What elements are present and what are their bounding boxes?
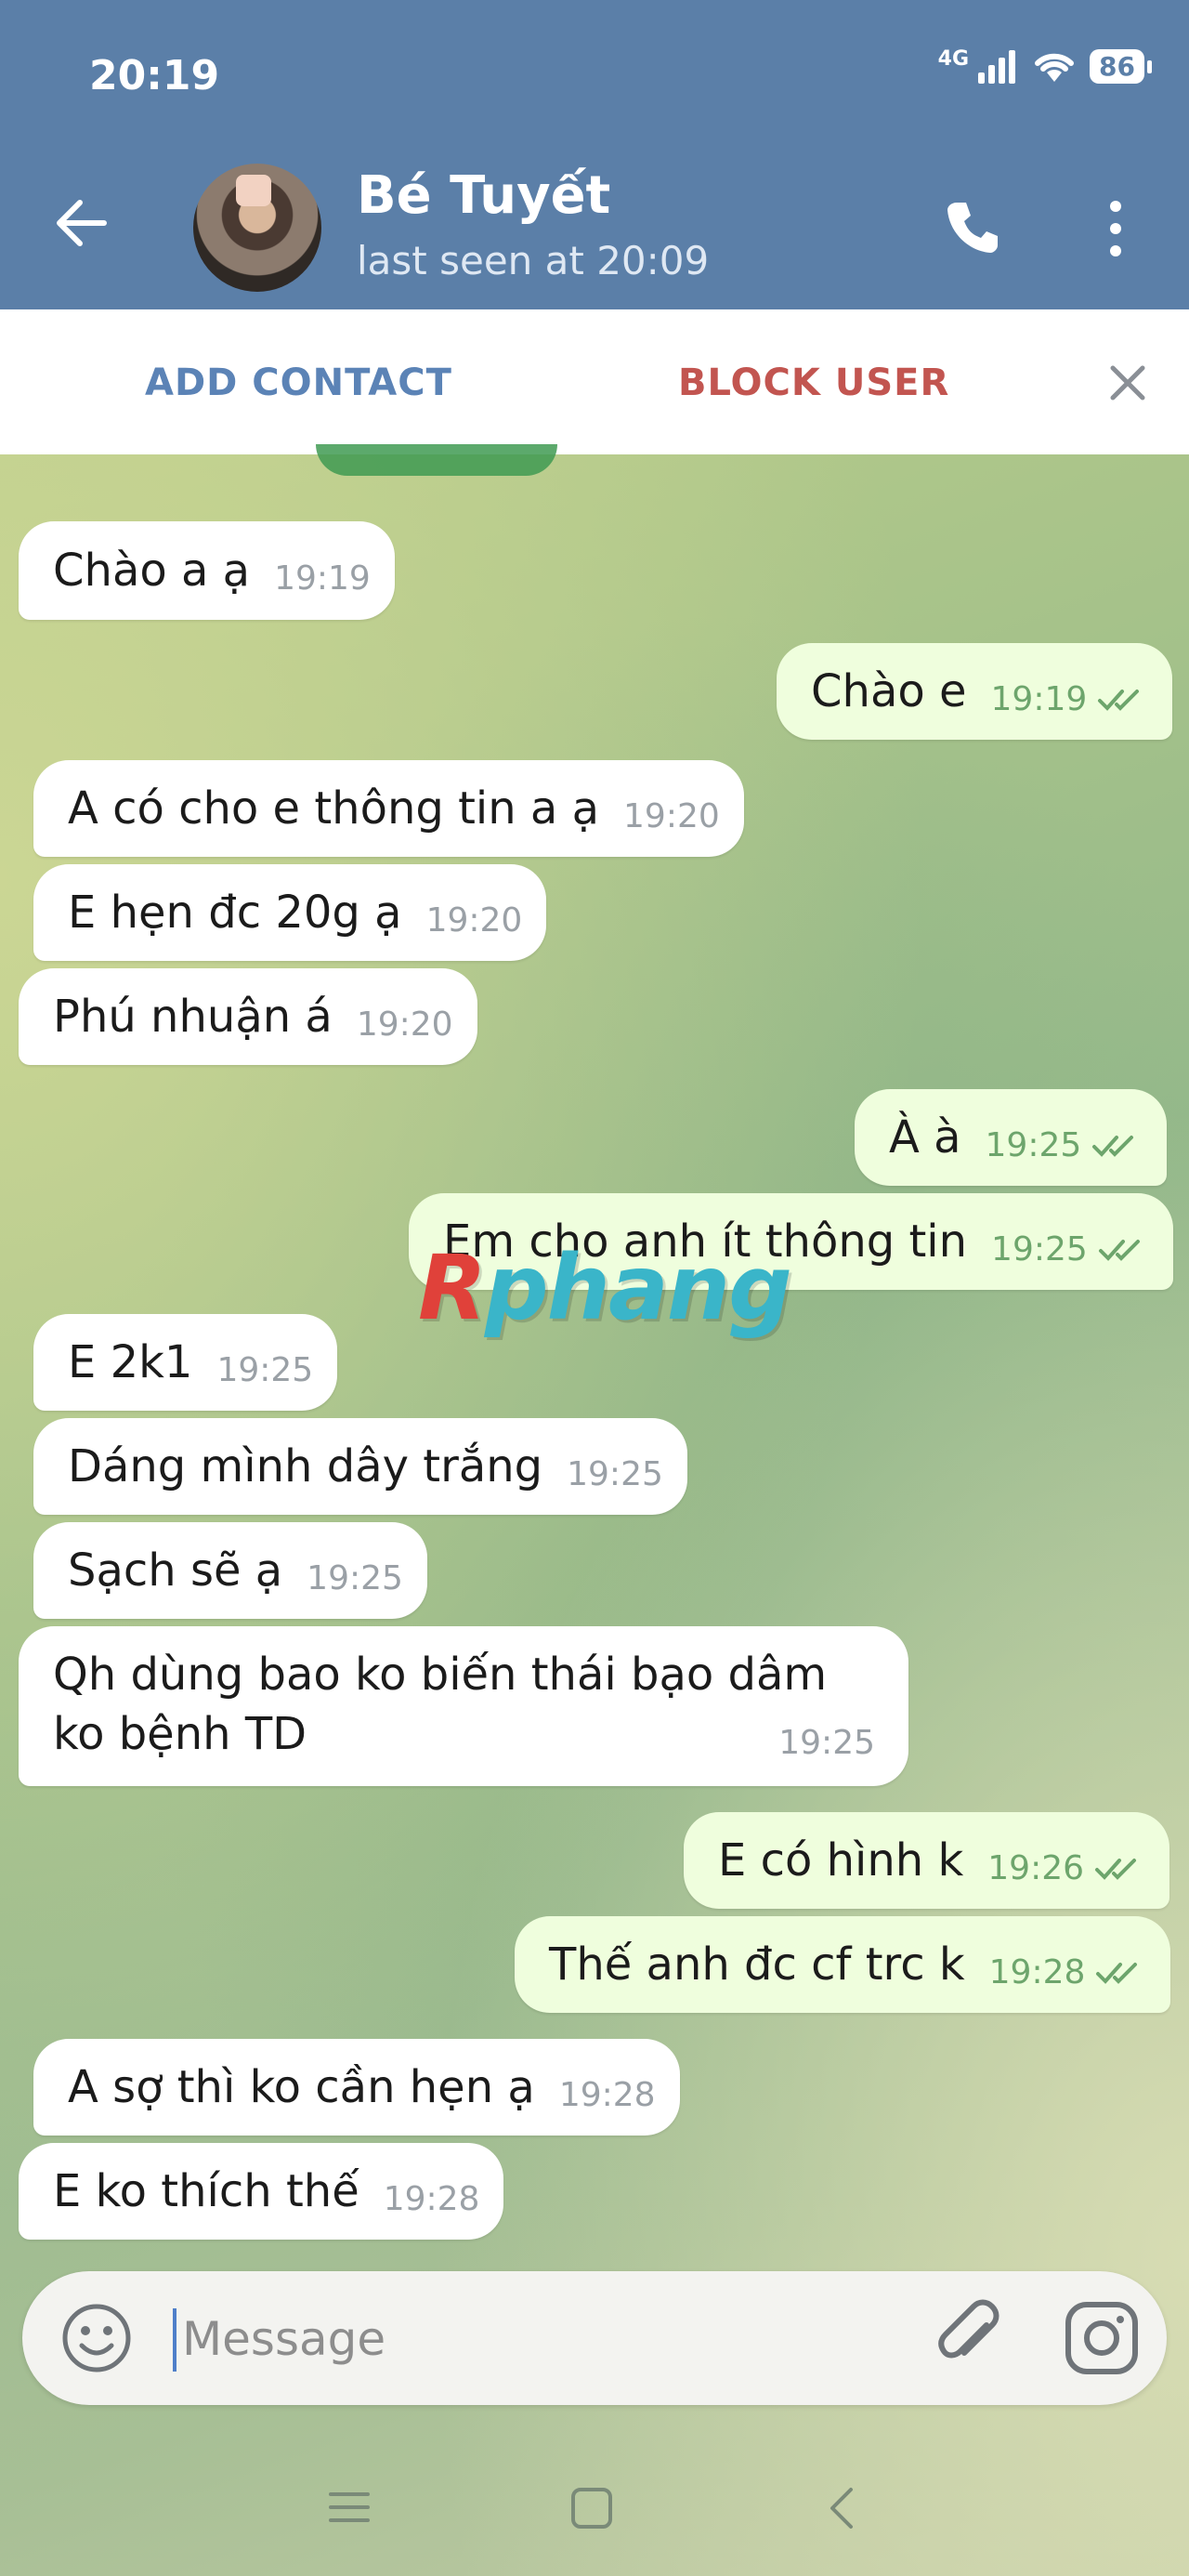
message-bubble-outgoing[interactable]: E có hình k 19:26 [684, 1812, 1170, 1909]
back-arrow-icon[interactable] [52, 193, 111, 253]
message-text: Qh dùng bao ko biến thái bạo dâm ko bệnh… [53, 1649, 828, 1760]
message-time: 19:20 [356, 1005, 453, 1044]
message-text: A sợ thì ko cần hẹn ạ [68, 2061, 535, 2113]
contact-name[interactable]: Bé Tuyết [357, 165, 610, 226]
message-bubble-incoming[interactable]: A có cho e thông tin a ạ 19:20 [33, 760, 744, 857]
message-time: 19:25 [567, 1454, 663, 1493]
more-vertical-icon[interactable] [1105, 199, 1126, 258]
message-bubble-incoming[interactable]: E hẹn đc 20g ạ 19:20 [33, 864, 547, 961]
add-contact-button[interactable]: ADD CONTACT [145, 361, 452, 404]
message-time: 19:28 [383, 2179, 480, 2218]
phone-icon[interactable] [942, 197, 1003, 258]
read-ticks-icon [1095, 1859, 1137, 1880]
message-time: 19:20 [425, 900, 523, 940]
read-ticks-icon [1098, 690, 1140, 711]
message-time: 19:25 [985, 1125, 1082, 1164]
wifi-icon [1035, 53, 1075, 82]
message-input[interactable]: Message [182, 2312, 385, 2366]
message-bubble-incoming[interactable]: Chào a ạ 19:19 [19, 521, 395, 620]
message-time: 19:28 [558, 2075, 656, 2114]
message-bubble-incoming[interactable]: Qh dùng bao ko biến thái bạo dâm ko bệnh… [19, 1626, 908, 1786]
message-bubble-incoming[interactable]: E ko thích thế 19:28 [19, 2143, 504, 2240]
message-text: Thế anh đc cf trc k [549, 1939, 965, 1991]
message-text: E 2k1 [68, 1336, 193, 1388]
contact-action-bar: ADD CONTACT BLOCK USER [0, 309, 1189, 455]
attach-icon[interactable] [933, 2297, 1011, 2379]
message-time: 19:19 [990, 679, 1088, 718]
block-user-button[interactable]: BLOCK USER [678, 361, 949, 404]
message-input-bar: Message [22, 2271, 1167, 2405]
message-text: E hẹn đc 20g ạ [68, 887, 402, 939]
message-text: Chào e [811, 665, 967, 717]
message-bubble-incoming[interactable]: E 2k1 19:25 [33, 1314, 338, 1411]
close-icon[interactable] [1105, 361, 1150, 405]
message-time: 19:28 [988, 1952, 1086, 1991]
message-text: Chào a ạ [53, 545, 251, 597]
text-caret [173, 2308, 176, 2372]
message-time: 19:20 [623, 796, 720, 835]
signal-icon [978, 50, 1016, 84]
message-text: À à [889, 1111, 961, 1163]
battery-indicator: 86 [1090, 48, 1152, 84]
message-time: 19:25 [307, 1558, 403, 1597]
message-bubble-incoming[interactable]: A sợ thì ko cần hẹn ạ 19:28 [33, 2039, 680, 2136]
network-type: 4G [937, 46, 970, 71]
message-text: E ko thích thế [53, 2165, 359, 2217]
message-bubble-incoming[interactable]: Sạch sẽ ạ 19:25 [33, 1522, 427, 1619]
message-time: 19:25 [216, 1350, 314, 1389]
read-ticks-icon [1096, 1963, 1138, 1984]
read-ticks-icon [1092, 1136, 1134, 1157]
message-text: Sạch sẽ ạ [68, 1544, 283, 1597]
status-time: 20:19 [89, 52, 220, 99]
sticker-peek [316, 444, 557, 476]
status-icons: 4G 86 [937, 46, 1152, 84]
message-text: Phú nhuận á [53, 991, 333, 1043]
message-bubble-outgoing[interactable]: À à 19:25 [855, 1089, 1168, 1186]
chat-header: 20:19 4G 86 Bé Tuyết last seen at 20:09 [0, 0, 1189, 309]
message-time: 19:25 [991, 1229, 1088, 1268]
message-time: 19:26 [987, 1848, 1085, 1887]
nav-home-icon[interactable] [568, 2485, 615, 2531]
message-text: E có hình k [718, 1834, 964, 1886]
read-ticks-icon [1098, 1240, 1140, 1261]
avatar[interactable] [193, 164, 321, 292]
message-text: A có cho e thông tin a ạ [68, 782, 600, 835]
last-seen-status: last seen at 20:09 [357, 238, 710, 283]
system-navigation-bar [0, 2453, 1189, 2576]
watermark-logo: Rphang [418, 1236, 792, 1340]
message-bubble-outgoing[interactable]: Chào e 19:19 [777, 643, 1173, 740]
nav-back-icon[interactable] [823, 2485, 860, 2531]
message-text: Dáng mình dây trắng [68, 1440, 543, 1492]
instagram-icon[interactable] [1063, 2299, 1141, 2377]
emoji-icon[interactable] [59, 2301, 134, 2375]
message-bubble-incoming[interactable]: Phú nhuận á 19:20 [19, 968, 477, 1065]
message-bubble-outgoing[interactable]: Thế anh đc cf trc k 19:28 [515, 1916, 1171, 2013]
message-time: 19:25 [778, 1724, 875, 1762]
message-bubble-incoming[interactable]: Dáng mình dây trắng 19:25 [33, 1418, 687, 1515]
nav-menu-icon[interactable] [327, 2485, 372, 2530]
message-time: 19:19 [274, 559, 371, 598]
